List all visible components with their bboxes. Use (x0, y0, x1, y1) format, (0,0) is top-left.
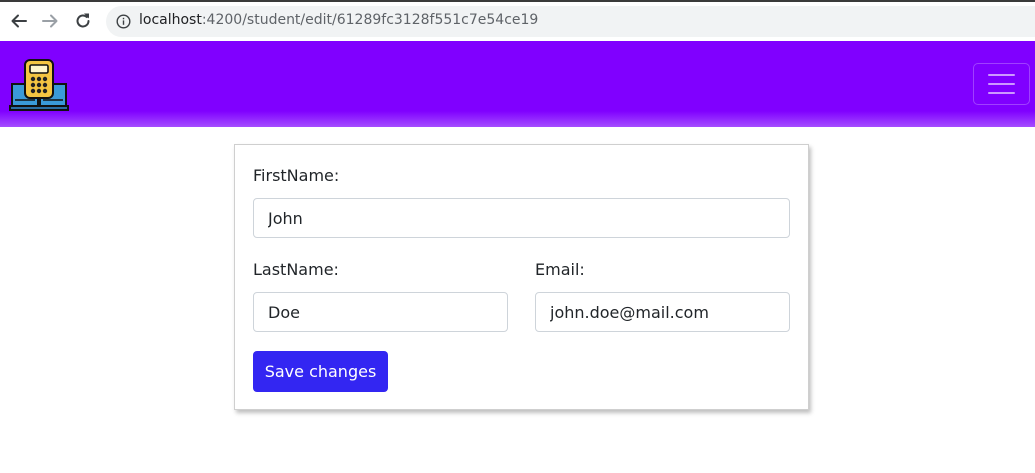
reload-button[interactable] (72, 10, 94, 32)
browser-toolbar: localhost:4200/student/edit/61289fc3128f… (0, 0, 1035, 41)
back-button[interactable] (8, 10, 30, 32)
email-input[interactable] (535, 292, 790, 332)
app-navbar (0, 41, 1035, 127)
url-host: localhost (139, 12, 202, 28)
info-icon[interactable] (116, 14, 131, 29)
url-path: :4200/student/edit/61289fc3128f551c7e54c… (201, 12, 539, 28)
edit-student-form: FirstName: LastName: Email: Save changes (234, 144, 809, 410)
forward-button[interactable] (39, 10, 61, 32)
hamburger-menu-icon (988, 83, 1015, 85)
app-logo[interactable] (9, 58, 69, 112)
navbar-toggler-button[interactable] (973, 63, 1030, 105)
last-name-input[interactable] (253, 292, 508, 332)
calculator-book-icon (9, 59, 69, 111)
hamburger-menu-icon (988, 92, 1015, 94)
first-name-label: FirstName: (253, 166, 340, 185)
reload-icon (76, 13, 90, 28)
url-text: localhost:4200/student/edit/61289fc3128f… (139, 12, 538, 28)
address-bar[interactable]: localhost:4200/student/edit/61289fc3128f… (106, 6, 1035, 37)
forward-arrow-icon (42, 14, 58, 28)
email-label: Email: (535, 260, 585, 279)
last-name-label: LastName: (253, 260, 339, 279)
hamburger-menu-icon (988, 74, 1015, 76)
first-name-input[interactable] (253, 198, 790, 238)
save-changes-button[interactable]: Save changes (253, 351, 388, 392)
back-arrow-icon (11, 14, 27, 28)
